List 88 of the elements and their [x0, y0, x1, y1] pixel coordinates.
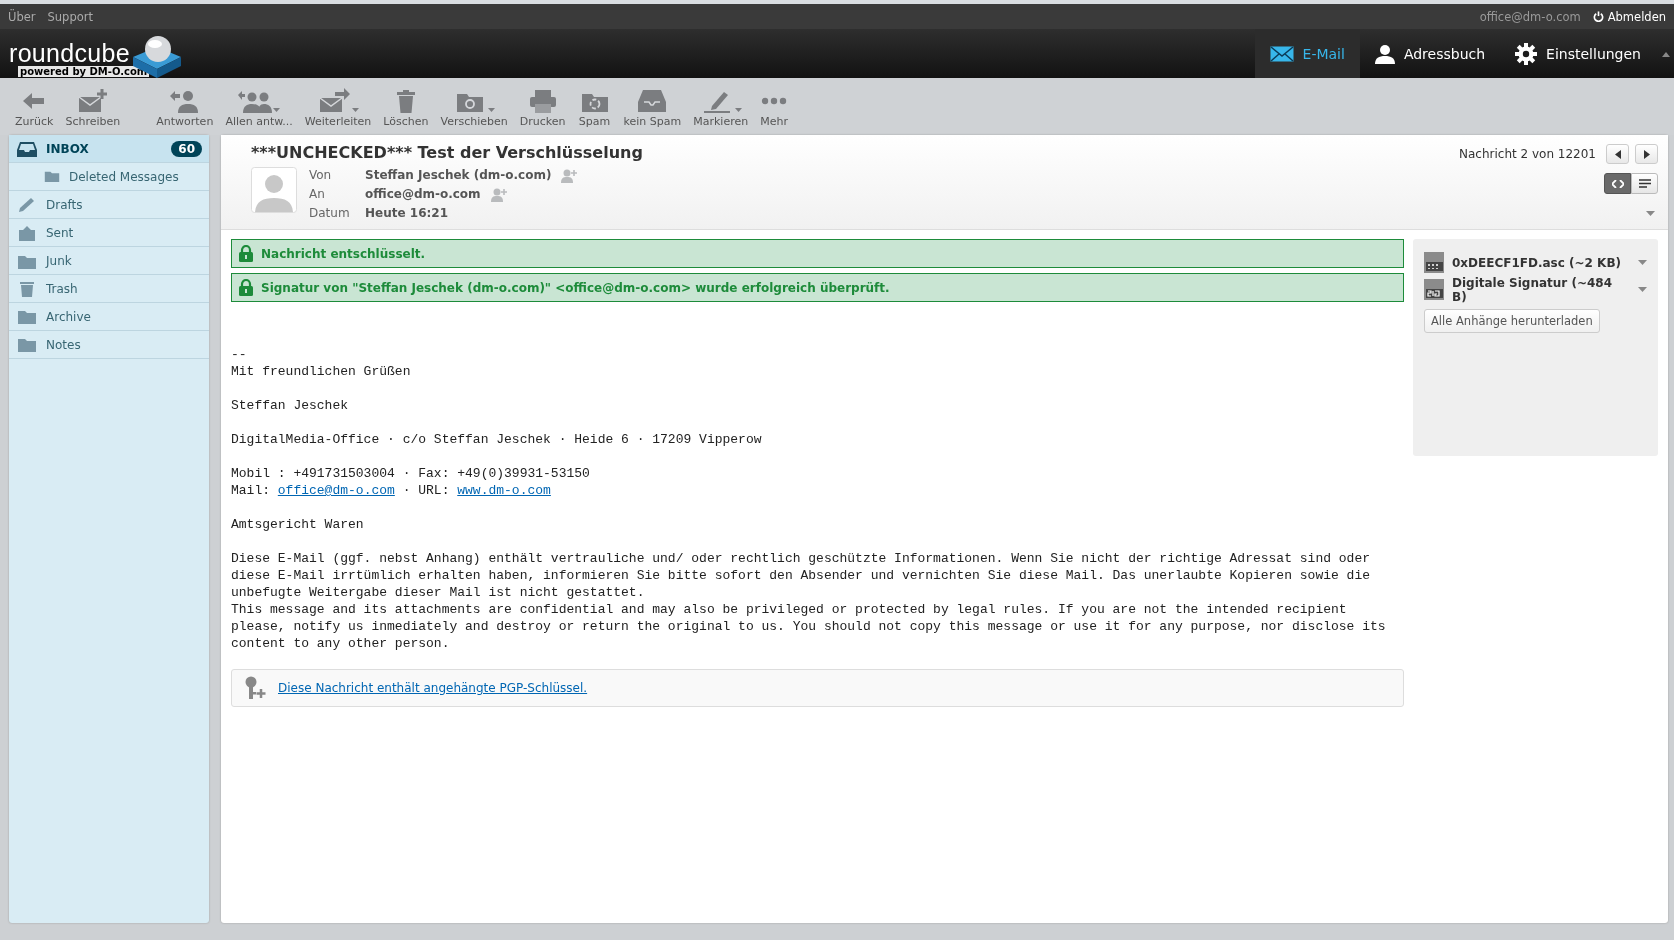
folder-item[interactable]: INBOX 60 [9, 135, 209, 163]
code-icon [1611, 179, 1624, 188]
nav-tab[interactable]: Adressbuch [1359, 29, 1501, 78]
lock-icon [239, 245, 253, 262]
caret-icon[interactable] [1638, 260, 1647, 265]
left-arrow-icon [1614, 149, 1621, 159]
lock-icon [239, 279, 253, 296]
more-icon [761, 97, 788, 105]
previous-button[interactable] [1606, 144, 1629, 164]
folder-item[interactable]: Sent [9, 219, 209, 247]
envelope-icon [1269, 45, 1294, 62]
text-lines-icon [1638, 179, 1651, 188]
next-button[interactable] [1635, 144, 1658, 164]
notice-text: Nachricht entschlüsselt. [261, 246, 426, 261]
trash-folder-icon [17, 280, 37, 297]
caret-icon [273, 108, 281, 112]
folder-item[interactable]: Junk [9, 247, 209, 275]
attachment-name[interactable]: Digitale Signatur (~484 B) [1452, 275, 1630, 304]
body-text: · URL: [401, 483, 451, 498]
caret-icon [488, 108, 496, 112]
avatar-icon [251, 167, 297, 213]
pgp-key-link[interactable]: Diese Nachricht enthält angehängte PGP-Schlüssel. [278, 681, 588, 695]
right-arrow-icon [1643, 149, 1650, 159]
toolbar-button[interactable]: Mehr [756, 88, 792, 128]
body-text: This message and its attachments are confidential and may also be privileged or protected by legal rules. If you are not the intended recipient please, notify us inmediately and destroy or return the original to us. You should not copy this message or use it for any purpose, nor disclose its content to any other person. [231, 601, 1387, 652]
logo-text: roundcube [9, 39, 130, 67]
toolbar-button[interactable]: kein Spam [619, 88, 686, 128]
user-email: office@dm-o.com [1479, 9, 1581, 24]
toolbar-button[interactable]: Markieren [689, 88, 753, 128]
header-label: Von [309, 167, 333, 184]
body-text: Mobil : +491731503004 · Fax: +49(0)39931-53150 [231, 465, 591, 482]
folder-item[interactable]: Deleted Messages [9, 163, 209, 191]
collapse-icon[interactable] [1662, 50, 1670, 57]
inbox-folder-icon [17, 140, 37, 157]
expand-icon[interactable] [1646, 211, 1655, 216]
attachment-name[interactable]: 0xDEECF1FD.asc (~2 KB) [1452, 255, 1630, 270]
toolbar-button[interactable]: Antworten [152, 88, 218, 128]
toolbar-button[interactable]: Weiterleiten [300, 88, 376, 128]
unread-count: 60 [171, 140, 202, 157]
body-text: Diese E-Mail (ggf. nebst Anhang) enthält vertrauliche und/ oder rechtlich geschützte Informationen. Wenn Sie nicht der richtige Adressat sind oder diese E-Mail irrtümlich erhalten haben, informieren Sie bitte sofort den Absender und vernichten Sie diese Mail. Das unerlaubte Kopieren sowie die unbefugte Weitergabe dieser Mail ist nicht gestattet. [231, 550, 1371, 601]
body-text: -- [231, 346, 248, 363]
body-text: DigitalMedia-Office · c/o Steffan Jeschek · Heide 6 · 17209 Vipperow [231, 431, 763, 448]
caret-icon[interactable] [1638, 287, 1647, 292]
caret-icon [734, 108, 742, 112]
toolbar-button[interactable]: Spam [573, 88, 616, 128]
notice-text: Signatur von "Steffan Jeschek (dm-o.com)" <office@dm-o.com> wurde erfolgreich überprüft. [261, 280, 890, 295]
download-all-button[interactable]: Alle Anhänge herunterladen [1424, 309, 1600, 333]
message-subject: ***UNCHECKED*** Test der Verschlüsselung [251, 143, 644, 162]
folder-item[interactable]: Archive [9, 303, 209, 331]
html-view-button[interactable] [1604, 173, 1631, 194]
header-value: Heute 16:21 [365, 205, 448, 222]
nav-tab[interactable]: Einstellungen [1500, 29, 1656, 78]
toolbar-button[interactable]: Allen antw... [221, 88, 297, 128]
caret-icon [352, 108, 360, 112]
body-text: Mit freundlichen Grüßen [231, 363, 412, 380]
folder-folder-icon [17, 336, 37, 353]
body-link[interactable]: www.dm-o.com [457, 483, 551, 498]
header-label: Datum [309, 205, 351, 222]
logout-link[interactable]: Abmelden [1592, 9, 1666, 24]
forward-tool-icon [317, 88, 352, 114]
toolbar-button[interactable]: Zurück [11, 88, 58, 128]
folder-item[interactable]: Trash [9, 275, 209, 303]
logo-tagline: powered by DM-O.com [18, 66, 150, 77]
folder-item[interactable]: Notes [9, 331, 209, 359]
toolbar-button[interactable]: Löschen [379, 88, 433, 128]
header-value: office@dm-o.com [365, 186, 481, 203]
header-label: An [309, 186, 326, 203]
folder-item[interactable]: Drafts [9, 191, 209, 219]
toolbar-button[interactable]: Schreiben [61, 88, 125, 128]
toolbar-button[interactable]: Verschieben [436, 88, 512, 128]
body-text: Mail: [231, 483, 271, 498]
key-icon [244, 676, 266, 700]
toolbar-button[interactable]: Drucken [515, 88, 570, 128]
power-icon [1592, 11, 1604, 22]
person-icon [1374, 43, 1395, 64]
message-counter: Nachricht 2 von 12201 [1459, 147, 1596, 161]
body-text: Steffan Jeschek [231, 397, 350, 414]
top-link[interactable]: Über [8, 9, 36, 24]
pencil-folder-icon [17, 196, 37, 213]
header-value: Steffan Jeschek (dm-o.com) [365, 167, 552, 184]
folder-folder-icon [17, 308, 37, 325]
signature-file-icon [1424, 279, 1444, 300]
body-link[interactable]: office@dm-o.com [277, 483, 395, 498]
unknown-file-icon [1424, 252, 1444, 273]
folder-icon [44, 170, 60, 183]
plain-view-button[interactable] [1631, 173, 1658, 194]
body-text: Amtsgericht Waren [231, 516, 365, 533]
top-link[interactable]: Support [47, 9, 93, 24]
